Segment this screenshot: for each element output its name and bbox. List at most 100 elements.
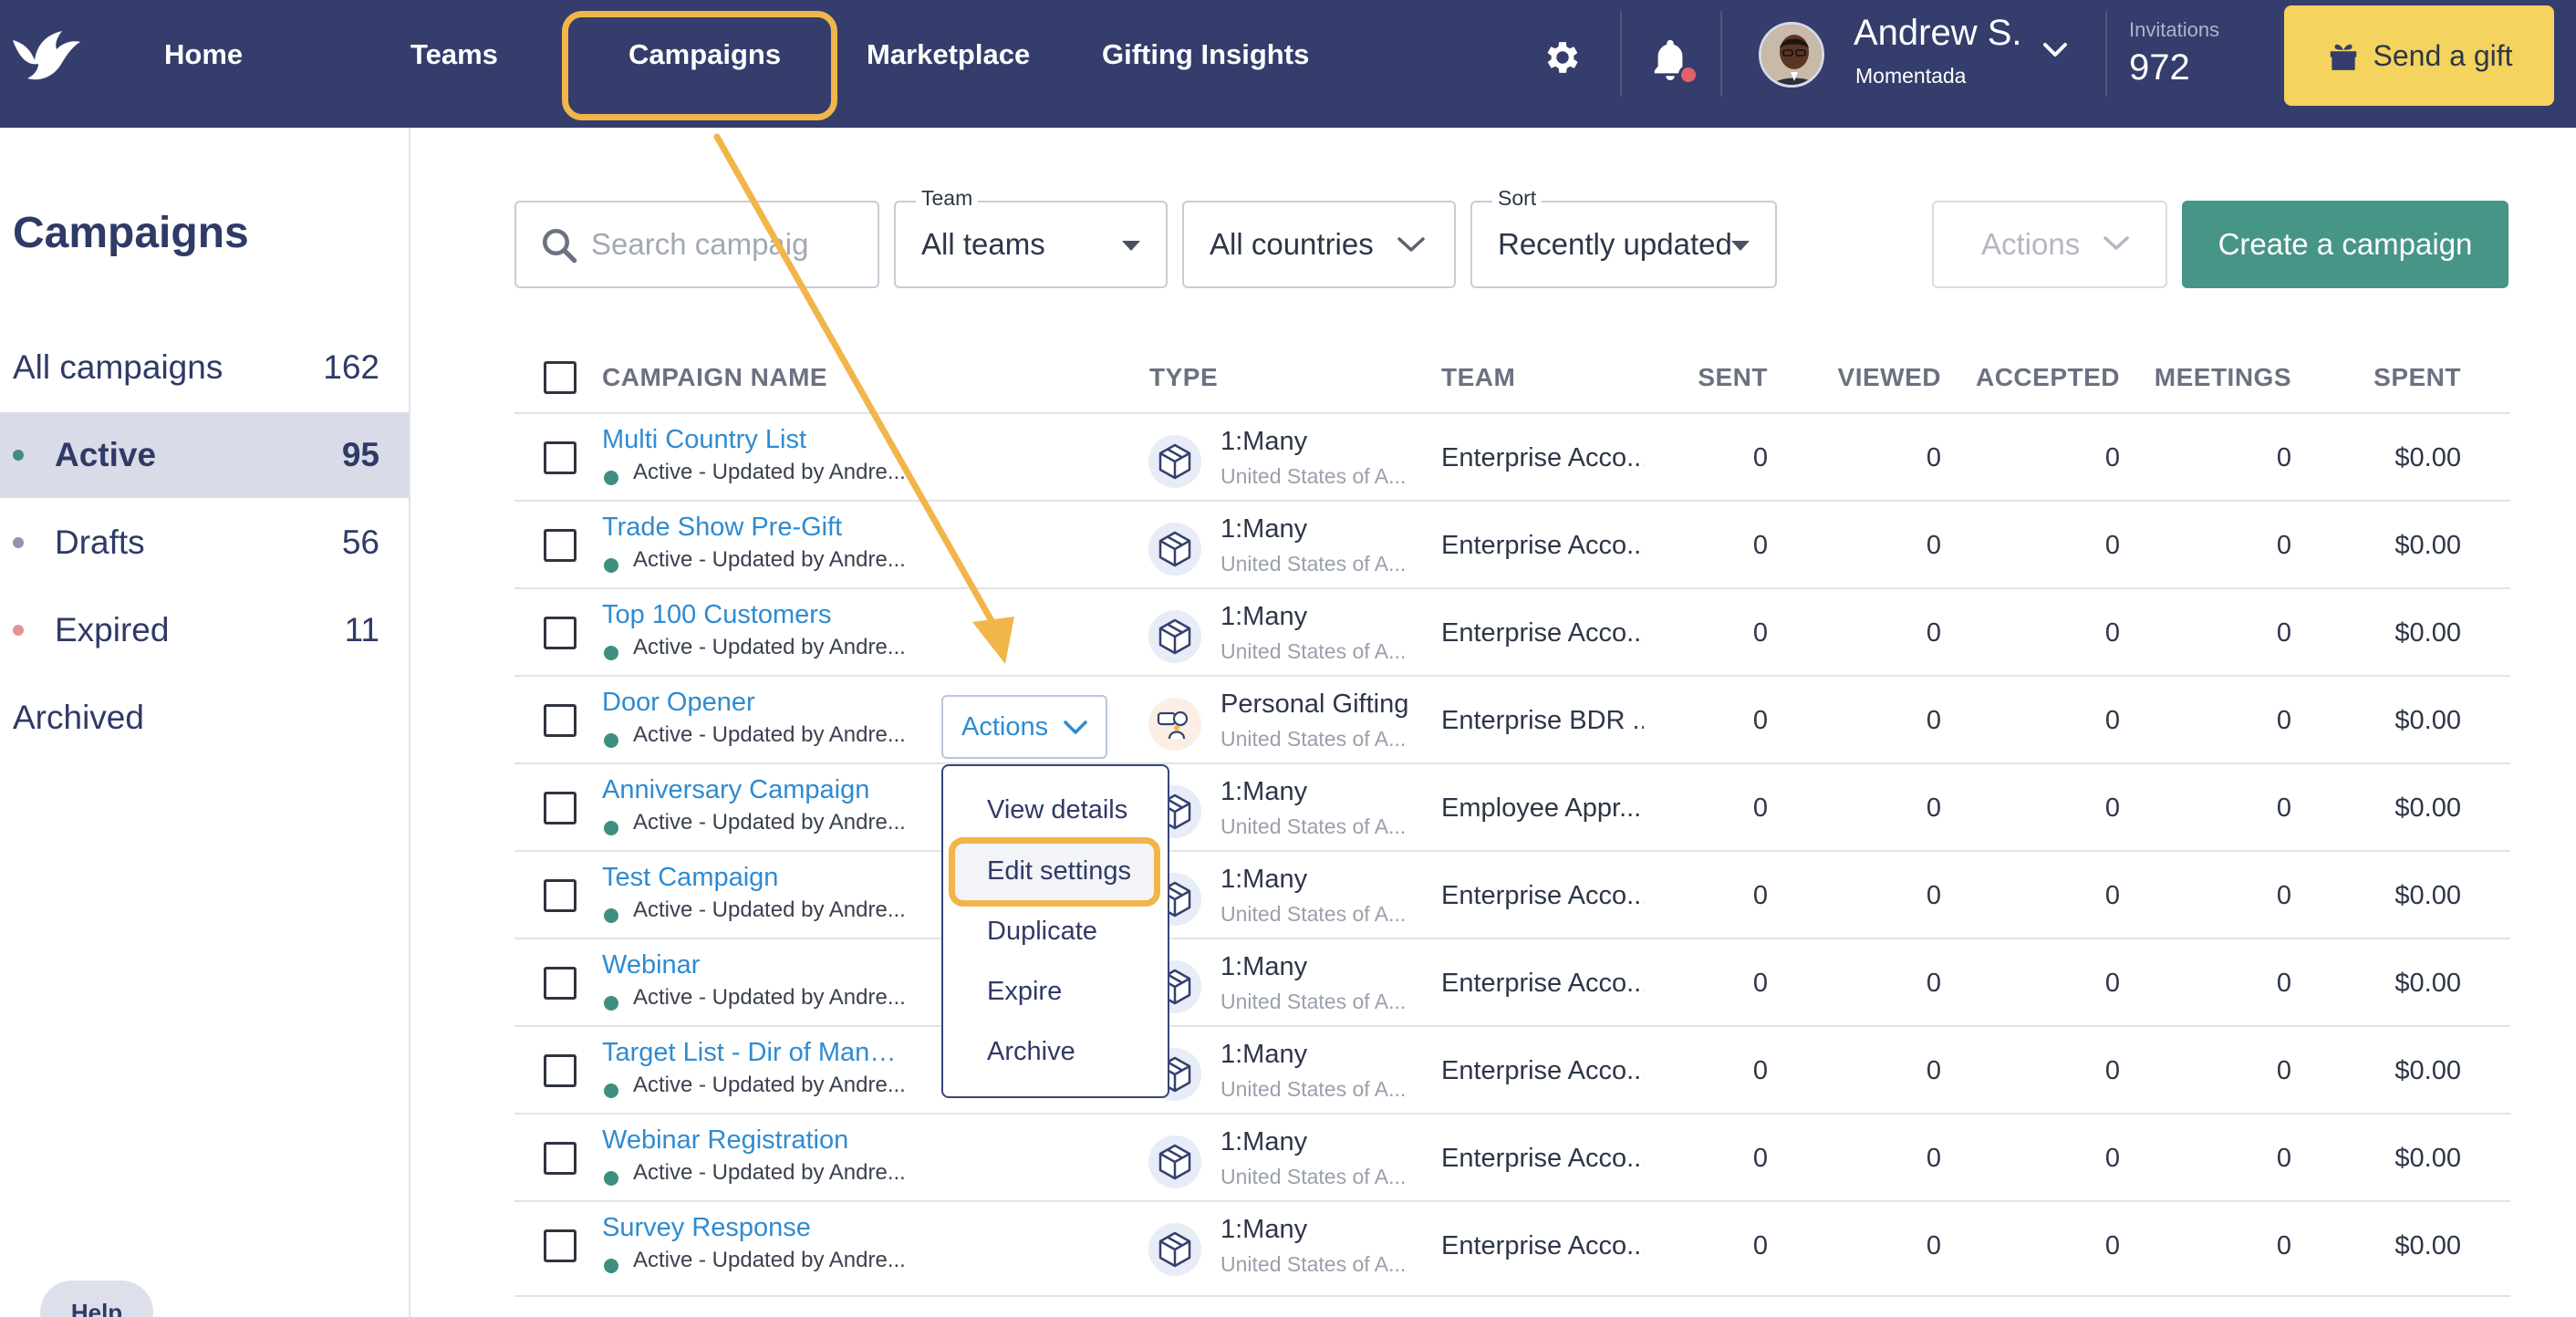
- column-header-name[interactable]: CAMPAIGN NAME: [602, 343, 827, 412]
- search-input[interactable]: [591, 202, 810, 286]
- table-row[interactable]: Trade Show Pre-Gift Active - Updated by A…: [514, 500, 2510, 587]
- menu-item-view-details[interactable]: View details: [987, 795, 1127, 825]
- user-name[interactable]: Andrew S.: [1854, 13, 2022, 54]
- row-checkbox[interactable]: [544, 617, 576, 649]
- column-header-spent[interactable]: SPENT: [2317, 343, 2461, 412]
- sidebar-item-all-campaigns[interactable]: All campaigns 162: [0, 325, 409, 410]
- row-checkbox[interactable]: [544, 792, 576, 824]
- campaign-name-link[interactable]: Survey Response: [602, 1213, 811, 1243]
- chevron-down-icon[interactable]: [2041, 40, 2069, 60]
- create-campaign-button[interactable]: Create a campaign: [2182, 201, 2508, 288]
- campaign-team: Enterprise Acco...: [1441, 969, 1644, 998]
- campaign-team: Enterprise Acco...: [1441, 618, 1644, 648]
- nav-marketplace[interactable]: Marketplace: [867, 0, 1030, 109]
- column-header-meetings[interactable]: MEETINGS: [2135, 343, 2291, 412]
- column-header-viewed[interactable]: VIEWED: [1788, 343, 1941, 412]
- status-dot: [604, 1084, 618, 1098]
- campaign-country: United States of A...: [1220, 990, 1407, 1013]
- campaign-name-link[interactable]: Webinar: [602, 950, 700, 980]
- select-all-checkbox[interactable]: [544, 361, 576, 394]
- menu-item-duplicate[interactable]: Duplicate: [987, 917, 1097, 947]
- bulk-actions-button[interactable]: Actions: [1932, 201, 2167, 288]
- dove-logo-icon[interactable]: [9, 20, 82, 84]
- campaign-name-link[interactable]: Webinar Registration: [602, 1125, 848, 1156]
- viewed-count: 0: [1926, 793, 1941, 823]
- accepted-count: 0: [2104, 1056, 2120, 1085]
- sent-count: 0: [1752, 443, 1768, 472]
- meetings-count: 0: [2276, 1231, 2291, 1260]
- table-row[interactable]: Webinar Active - Updated by Andre... 1:Man…: [514, 938, 2510, 1025]
- campaign-name-link[interactable]: Test Campaign: [602, 863, 778, 893]
- campaign-name-link[interactable]: Top 100 Customers: [602, 600, 831, 630]
- column-header-sent[interactable]: SENT: [1642, 343, 1768, 412]
- row-checkbox[interactable]: [544, 879, 576, 912]
- team-select[interactable]: Team All teams: [894, 186, 1168, 288]
- sidebar-item-count: 95: [341, 436, 379, 473]
- sidebar-item-archived[interactable]: Archived: [0, 675, 409, 761]
- table-row[interactable]: Door Opener Active - Updated by Andre... P…: [514, 675, 2510, 762]
- row-checkbox[interactable]: [544, 1142, 576, 1175]
- row-checkbox[interactable]: [544, 967, 576, 1000]
- sidebar-item-drafts[interactable]: Drafts 56: [0, 500, 409, 586]
- nav-gifting-insights[interactable]: Gifting Insights: [1102, 0, 1309, 109]
- campaign-status: Active - Updated by Andre...: [633, 460, 906, 484]
- table-row[interactable]: Target List - Dir of Manuf... Active - Up…: [514, 1025, 2510, 1113]
- help-button[interactable]: Help: [40, 1281, 153, 1317]
- column-header-team[interactable]: TEAM: [1441, 343, 1515, 412]
- accepted-count: 0: [2104, 531, 2120, 560]
- campaign-name-link[interactable]: Door Opener: [602, 688, 755, 718]
- nav-teams[interactable]: Teams: [410, 0, 498, 109]
- campaign-status: Active - Updated by Andre...: [633, 810, 906, 835]
- search-field[interactable]: [514, 201, 879, 288]
- sidebar-item-active[interactable]: Active 95: [0, 412, 409, 498]
- avatar[interactable]: [1759, 22, 1824, 88]
- table-row[interactable]: Survey Response Active - Updated by Andre…: [514, 1200, 2510, 1288]
- row-checkbox[interactable]: [544, 1229, 576, 1262]
- status-dot: [13, 625, 24, 636]
- sidebar-item-expired[interactable]: Expired 11: [0, 587, 409, 673]
- send-gift-button[interactable]: Send a gift: [2284, 5, 2554, 106]
- personal-gifting-icon: [1148, 697, 1202, 752]
- row-checkbox[interactable]: [544, 1054, 576, 1087]
- table-bottom-border: [514, 1295, 2510, 1297]
- menu-item-edit-settings[interactable]: Edit settings: [987, 856, 1131, 887]
- menu-item-expire[interactable]: Expire: [987, 977, 1062, 1007]
- table-row[interactable]: Multi Country List Active - Updated by An…: [514, 412, 2510, 500]
- table-row[interactable]: Test Campaign Active - Updated by Andre..…: [514, 850, 2510, 938]
- row-checkbox[interactable]: [544, 529, 576, 562]
- menu-item-archive[interactable]: Archive: [987, 1037, 1075, 1067]
- campaign-type: 1:Many: [1220, 514, 1308, 544]
- status-dot: [604, 733, 618, 748]
- country-select[interactable]: All countries: [1182, 201, 1456, 288]
- row-checkbox[interactable]: [544, 441, 576, 474]
- campaign-country: United States of A...: [1220, 1252, 1407, 1276]
- campaign-name-link[interactable]: Trade Show Pre-Gift: [602, 513, 842, 543]
- invitations-count: 972: [2129, 47, 2190, 88]
- spent-amount: $0.00: [2394, 531, 2461, 560]
- campaign-name-link[interactable]: Anniversary Campaign: [602, 775, 869, 805]
- table-row[interactable]: Top 100 Customers Active - Updated by And…: [514, 587, 2510, 675]
- campaign-type: Personal Gifting: [1220, 690, 1409, 719]
- chevron-down-icon: [2103, 236, 2129, 250]
- column-header-type[interactable]: TYPE: [1149, 343, 1218, 412]
- notification-dot: [1678, 65, 1698, 85]
- campaign-name-link[interactable]: Multi Country List: [602, 425, 806, 455]
- table-row[interactable]: Anniversary Campaign Active - Updated by …: [514, 762, 2510, 850]
- status-dot: [13, 450, 24, 461]
- campaign-name-link[interactable]: Target List - Dir of Manuf...: [602, 1038, 907, 1068]
- row-actions-button[interactable]: Actions: [941, 695, 1107, 759]
- viewed-count: 0: [1926, 706, 1941, 735]
- sent-count: 0: [1752, 969, 1768, 998]
- column-header-accepted[interactable]: ACCEPTED: [1970, 343, 2120, 412]
- nav-home[interactable]: Home: [164, 0, 243, 109]
- row-checkbox[interactable]: [544, 704, 576, 737]
- meetings-count: 0: [2276, 793, 2291, 823]
- gear-icon[interactable]: [1542, 36, 1584, 78]
- table-row[interactable]: Webinar Registration Active - Updated by …: [514, 1113, 2510, 1200]
- sent-count: 0: [1752, 793, 1768, 823]
- spent-amount: $0.00: [2394, 1231, 2461, 1260]
- sort-select[interactable]: Sort Recently updated: [1470, 186, 1777, 288]
- spent-amount: $0.00: [2394, 443, 2461, 472]
- spent-amount: $0.00: [2394, 706, 2461, 735]
- row-actions-label: Actions: [961, 712, 1049, 741]
